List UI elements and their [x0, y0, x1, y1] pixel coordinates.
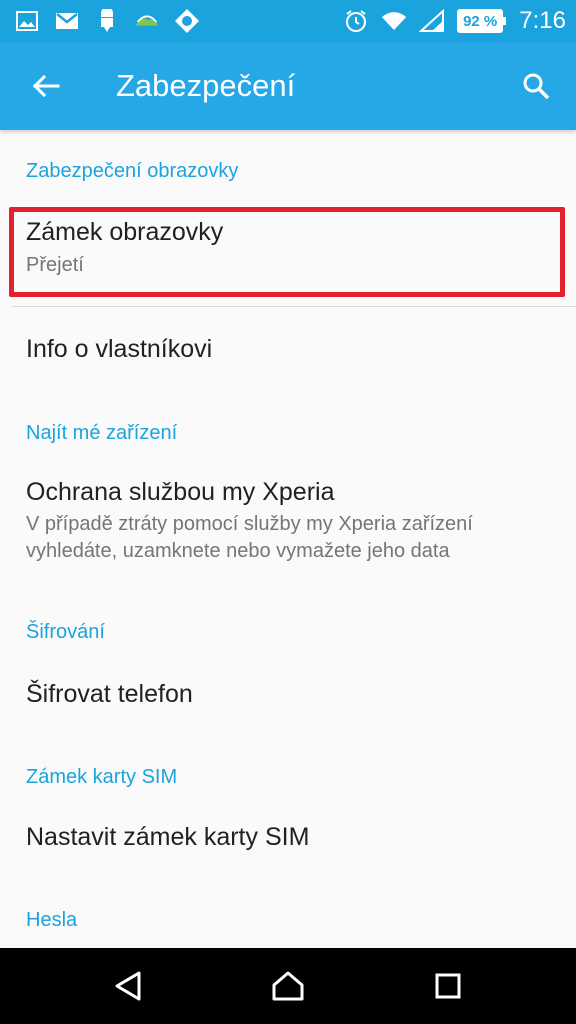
back-button[interactable] — [22, 62, 70, 110]
weather-icon — [134, 8, 160, 34]
highlight-box — [9, 207, 565, 297]
battery-indicator: 92 % — [457, 9, 507, 33]
page-title: Zabezpečení — [116, 68, 296, 103]
nav-home-button[interactable] — [258, 962, 318, 1010]
alarm-icon — [343, 8, 369, 34]
gallery-icon — [14, 8, 40, 34]
item-title-sim-lock: Nastavit zámek karty SIM — [26, 823, 310, 851]
section-header-encryption: Šifrování — [26, 621, 105, 643]
section-header-sim-lock: Zámek karty SIM — [26, 766, 178, 788]
arrow-back-icon — [32, 74, 60, 98]
notification-icons — [14, 0, 200, 42]
section-header-passwords: Hesla — [26, 909, 78, 931]
search-icon — [523, 73, 550, 100]
signal-icon — [419, 8, 445, 34]
item-title-owner-info: Info o vlastníkovi — [26, 335, 213, 363]
nav-recents-icon — [435, 973, 461, 999]
item-subtitle-my-xperia: V případě ztráty pomocí služby my Xperia… — [26, 513, 473, 562]
nav-back-icon — [115, 971, 141, 1001]
nav-home-icon — [272, 971, 304, 1001]
item-title-my-xperia: Ochrana službou my Xperia — [26, 478, 335, 506]
gmail-icon — [54, 8, 80, 34]
status-bar: 92 % 7:16 — [0, 0, 576, 42]
section-header-find-device: Najít mé zařízení — [26, 422, 178, 444]
section-header-screen-security: Zabezpečení obrazovky — [26, 160, 239, 182]
app-bar: Zabezpečení — [0, 42, 576, 130]
clock: 7:16 — [519, 7, 566, 34]
wifi-icon — [381, 8, 407, 34]
settings-list: Zabezpečení obrazovky Zámek obrazovky Př… — [0, 130, 576, 948]
divider — [12, 306, 576, 307]
nav-recents-button[interactable] — [418, 962, 478, 1010]
app-icon — [174, 8, 200, 34]
system-icons: 92 % 7:16 — [343, 0, 566, 42]
navigation-bar — [0, 948, 576, 1024]
search-button[interactable] — [512, 62, 560, 110]
android-download-icon — [94, 8, 120, 34]
nav-back-button[interactable] — [98, 962, 158, 1010]
item-title-encrypt-phone: Šifrovat telefon — [26, 680, 193, 708]
